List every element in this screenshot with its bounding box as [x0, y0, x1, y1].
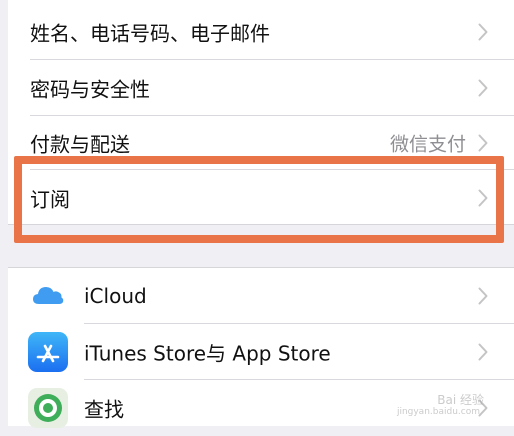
row-value: 微信支付: [389, 133, 466, 156]
chevron-right-icon: [478, 287, 488, 305]
find-my-icon: [28, 388, 68, 428]
app-store-icon: [28, 332, 68, 372]
watermark-text: Bai 经验: [437, 393, 484, 407]
row-icloud[interactable]: iCloud: [8, 268, 514, 324]
watermark-subtext: jingyan.baidu.com: [396, 407, 480, 417]
row-itunes-app-store[interactable]: iTunes Store与 App Store: [8, 324, 514, 380]
row-name-phone-email[interactable]: 姓名、电话号码、电子邮件: [8, 4, 514, 60]
row-subscriptions[interactable]: 订阅: [8, 170, 514, 226]
row-label: 密码与安全性: [30, 77, 150, 102]
row-label: iCloud: [84, 284, 147, 308]
chevron-right-icon: [478, 134, 488, 152]
row-label: iTunes Store与 App Store: [84, 341, 331, 366]
chevron-right-icon: [478, 343, 488, 361]
row-payment-shipping[interactable]: 付款与配送 微信支付: [8, 115, 514, 171]
group-divider: [8, 224, 514, 225]
icloud-icon: [28, 276, 68, 316]
account-settings-group: 姓名、电话号码、电子邮件 密码与安全性 付款与配送 微信支付 订阅: [8, 0, 514, 224]
row-label: 付款与配送: [30, 132, 130, 157]
row-label: 姓名、电话号码、电子邮件: [30, 21, 270, 46]
chevron-right-icon: [478, 189, 488, 207]
row-label: 查找: [84, 397, 124, 422]
watermark: Bai 经验 jingyan.baidu.com: [397, 391, 484, 417]
row-password-security[interactable]: 密码与安全性: [8, 60, 514, 116]
row-label: 订阅: [30, 187, 70, 212]
chevron-right-icon: [478, 23, 488, 41]
chevron-right-icon: [478, 79, 488, 97]
